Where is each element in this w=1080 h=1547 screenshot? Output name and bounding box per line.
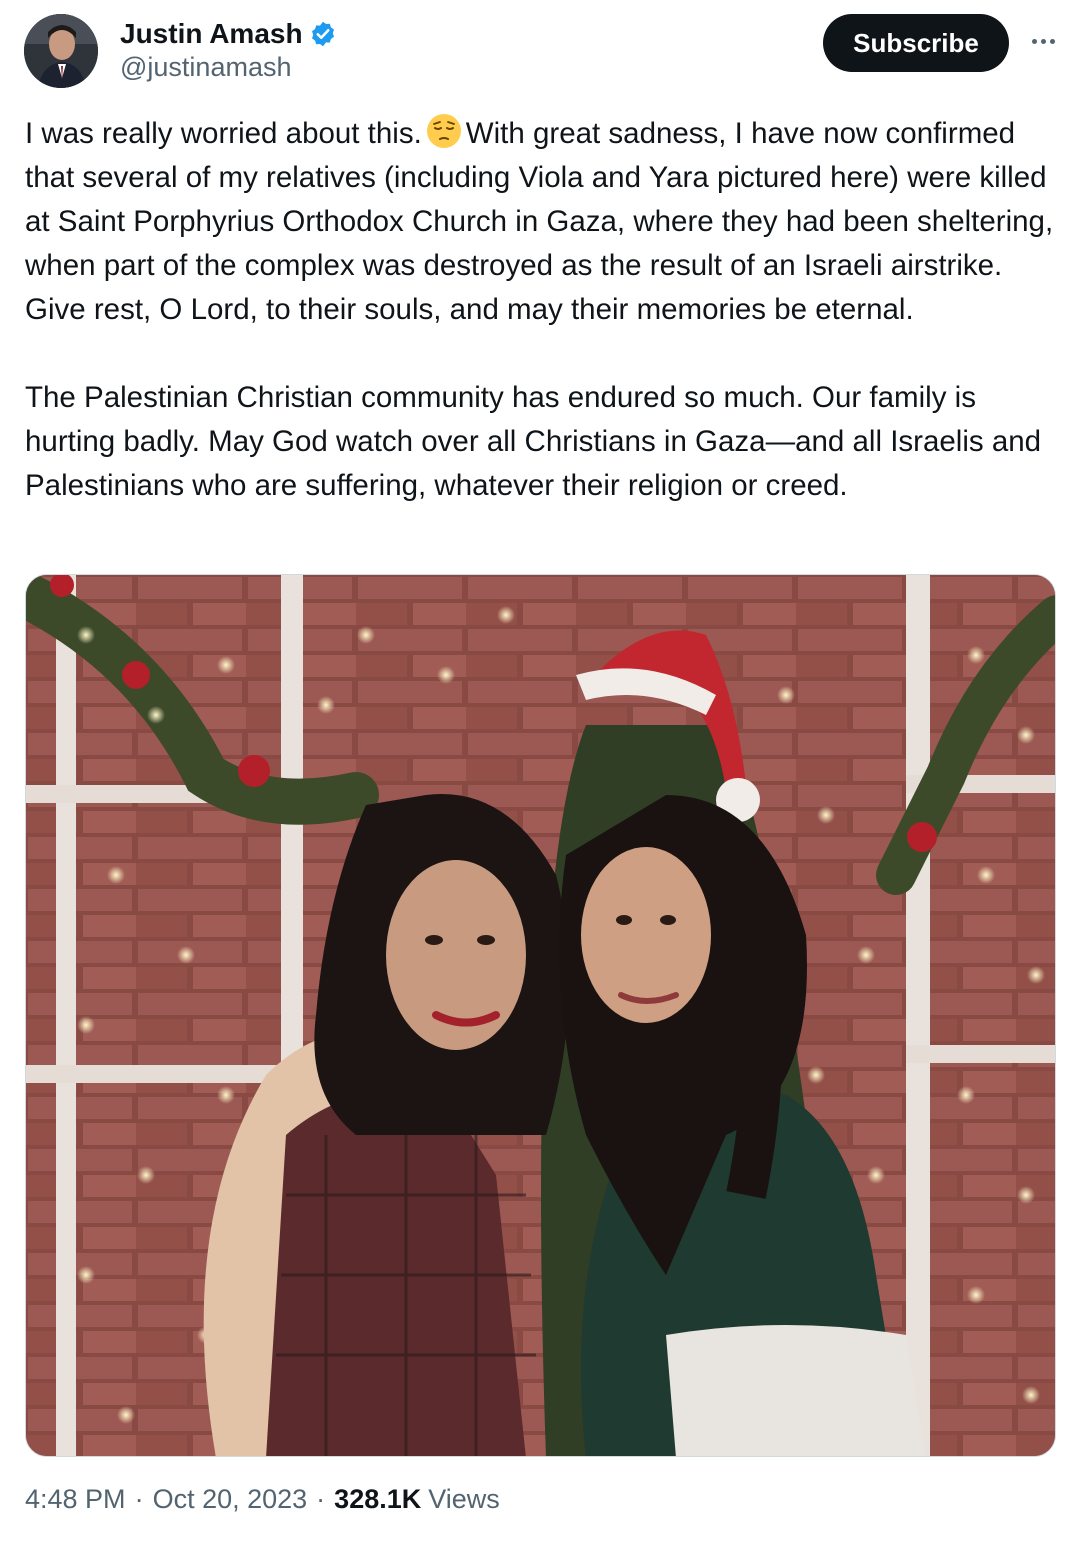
- subscribe-button[interactable]: Subscribe: [823, 14, 1009, 72]
- author-avatar[interactable]: [24, 14, 98, 88]
- more-dots-icon[interactable]: [1026, 24, 1060, 58]
- views-label: Views: [428, 1484, 500, 1514]
- tweet-photo[interactable]: [25, 574, 1056, 1457]
- author-display-name[interactable]: Justin Amash: [120, 18, 303, 50]
- pensive-face-emoji-icon: [426, 113, 462, 149]
- views-count[interactable]: 328.1K: [334, 1484, 421, 1515]
- meta-separator: ·: [316, 1484, 326, 1514]
- photo-illustration: [26, 575, 1055, 1456]
- meta-separator: ·: [134, 1484, 144, 1514]
- verified-badge-icon[interactable]: [309, 20, 337, 48]
- tweet-paragraph-1: I was really worried about this. With gre…: [25, 112, 1065, 332]
- avatar-photo: [24, 14, 98, 88]
- tweet-text-part: I was really worried about this.: [25, 117, 422, 150]
- tweet-paragraph-2: The Palestinian Christian community has …: [25, 381, 1042, 502]
- tweet-time[interactable]: 4:48 PM: [25, 1484, 126, 1515]
- tweet-meta: 4:48 PM · Oct 20, 2023 · 328.1K Views: [25, 1484, 500, 1515]
- author-handle[interactable]: @justinamash: [120, 52, 291, 83]
- author-name-row[interactable]: Justin Amash: [120, 14, 337, 54]
- tweet-date[interactable]: Oct 20, 2023: [153, 1484, 308, 1515]
- tweet-text: I was really worried about this. With gre…: [25, 112, 1065, 508]
